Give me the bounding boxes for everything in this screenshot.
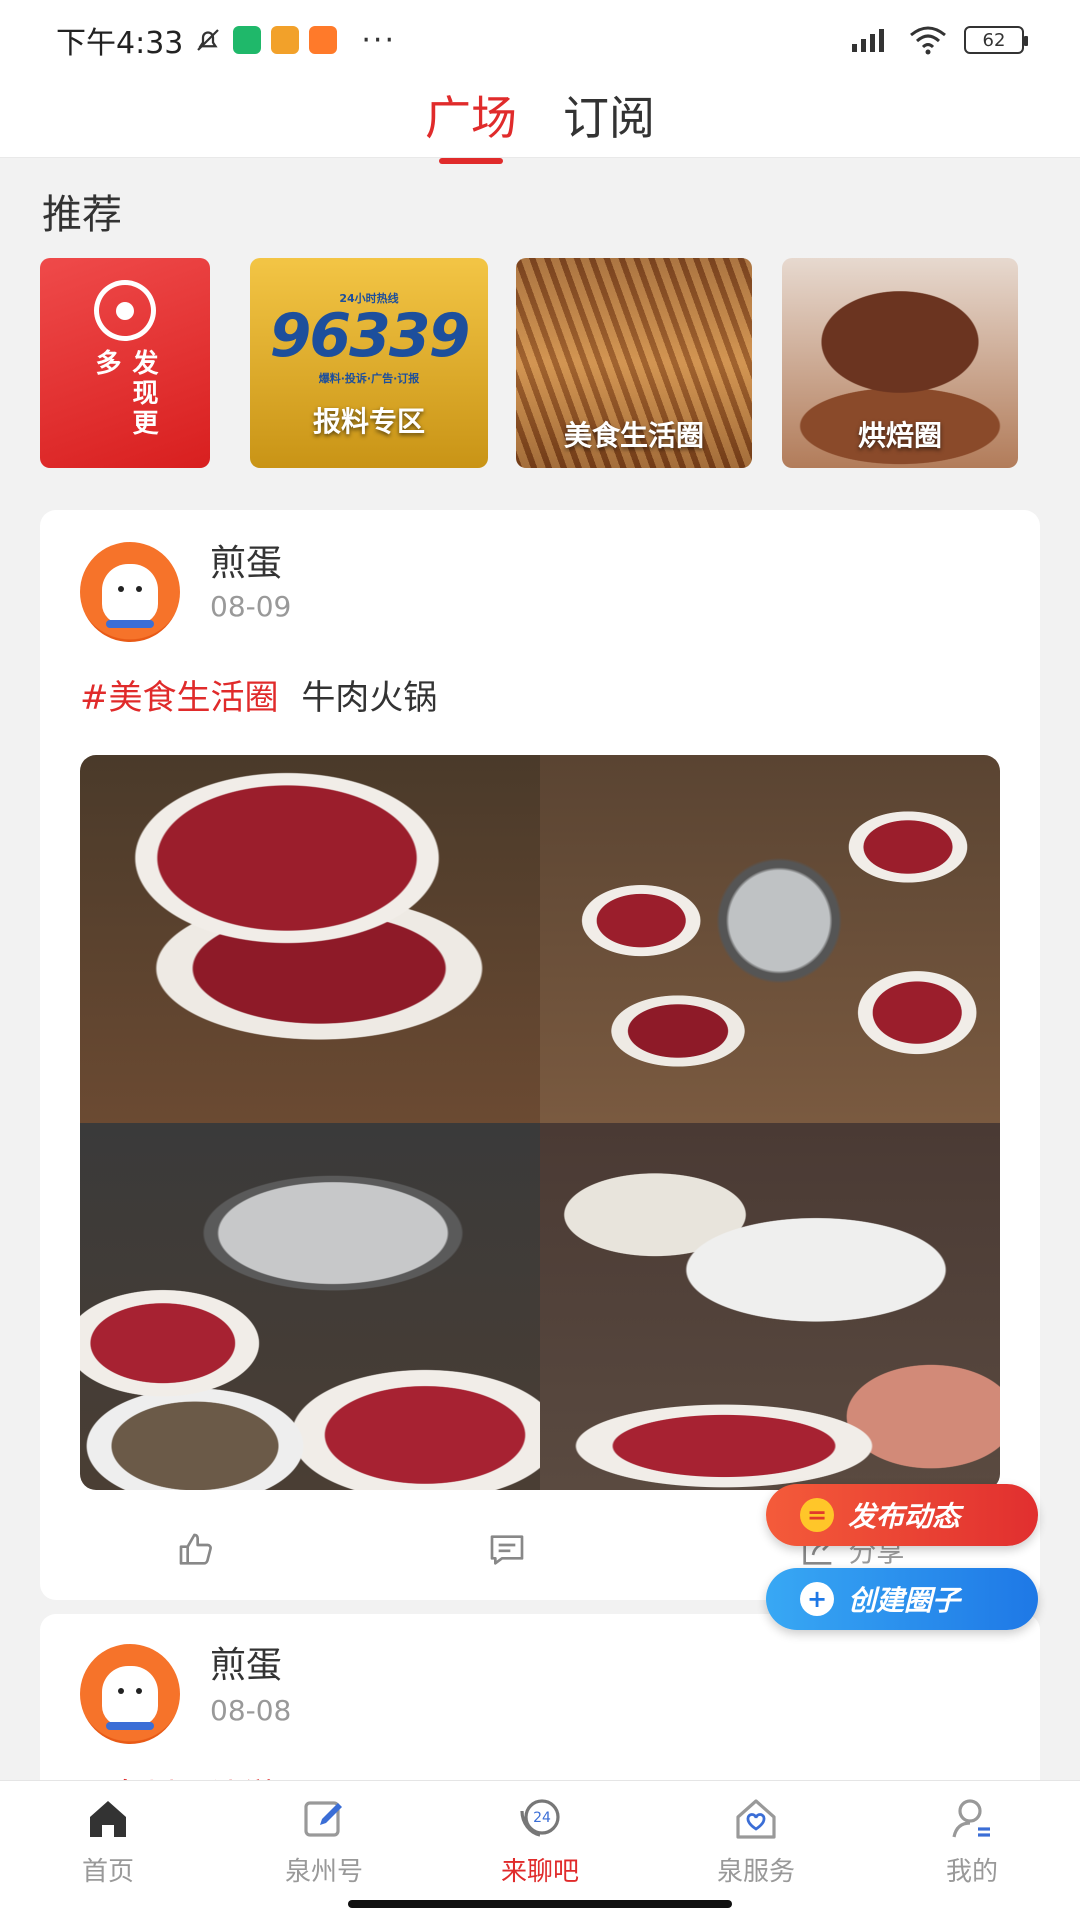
bottom-nav: 首页 泉州号 24 来聊吧 泉服务 我的: [0, 1780, 1080, 1920]
status-bar: 下午4:33 ··· 62: [0, 0, 1080, 80]
report-zone-card[interactable]: 24小时热线 96339 爆料·投诉·广告·订报 报料专区: [250, 258, 488, 468]
nav-mine[interactable]: 我的: [892, 1795, 1052, 1888]
chat-24-icon: 24: [520, 1799, 560, 1837]
post-photo[interactable]: [540, 755, 1000, 1123]
service-house-icon: [736, 1799, 776, 1839]
post-photo[interactable]: [540, 1122, 1000, 1490]
home-indicator: [348, 1900, 732, 1908]
nav-quanzhou-hao[interactable]: 泉州号: [244, 1795, 404, 1888]
avatar[interactable]: [80, 542, 180, 642]
dog-avatar-icon: [102, 1666, 158, 1726]
nav-mine-label: 我的: [945, 1857, 998, 1887]
tab-square[interactable]: 广场: [425, 82, 517, 156]
status-right: 62: [846, 25, 1028, 55]
hotline-logo: 96339: [269, 301, 471, 371]
recommend-row: 发现更多 24小时热线 96339 爆料·投诉·广告·订报 报料专区 美食生活圈…: [40, 258, 1040, 468]
like-button[interactable]: [176, 1530, 216, 1570]
post-card[interactable]: 煎蛋 08-09 #美食生活圈 牛肉火锅 分享: [40, 510, 1040, 1600]
nav-chat-label: 来聊吧: [500, 1857, 579, 1887]
post-username[interactable]: 煎蛋: [210, 534, 282, 586]
discover-more-label: 发现更多: [91, 349, 158, 440]
app-notification-icon: [233, 26, 262, 54]
post-photo[interactable]: [80, 1122, 540, 1490]
post-username[interactable]: 煎蛋: [210, 1636, 282, 1688]
tab-subscribe[interactable]: 订阅: [563, 82, 655, 156]
post-text: 牛肉火锅: [301, 678, 438, 718]
publish-post-button[interactable]: = 发布动态: [766, 1484, 1038, 1546]
post-date: 08-09: [210, 590, 292, 623]
comment-icon: [490, 1535, 524, 1565]
post-content: #美食生活圈 牛肉火锅: [80, 670, 437, 719]
nav-home[interactable]: 首页: [28, 1795, 188, 1888]
profile-icon: [952, 1799, 990, 1838]
nav-service-label: 泉服务: [716, 1857, 795, 1887]
nav-service[interactable]: 泉服务: [676, 1795, 836, 1888]
more-notifications-icon: ···: [361, 22, 396, 58]
wifi-icon: [910, 26, 946, 55]
nav-quanzhou-hao-label: 泉州号: [284, 1857, 363, 1887]
thumbs-up-icon: [179, 1533, 212, 1565]
discover-icon: [94, 280, 156, 342]
home-icon: [90, 1801, 126, 1837]
post-topic-tag[interactable]: #美食生活圈: [80, 678, 279, 718]
top-tabs: 广场 订阅: [0, 80, 1080, 158]
plus-icon: +: [800, 1582, 834, 1616]
baking-circle-label: 烘焙圈: [857, 419, 942, 452]
nav-home-label: 首页: [81, 1857, 134, 1887]
battery-indicator: 62: [964, 26, 1028, 54]
dog-avatar-icon: [102, 564, 158, 624]
photo-grid: [80, 755, 1000, 1490]
publish-label: 发布动态: [848, 1500, 961, 1533]
create-circle-button[interactable]: + 创建圈子: [766, 1568, 1038, 1630]
svg-text:24: 24: [533, 1810, 551, 1826]
food-circle-card[interactable]: 美食生活圈: [516, 258, 752, 468]
recommend-title: 推荐: [42, 192, 122, 238]
hotline-caption: 爆料·投诉·广告·订报: [318, 372, 420, 385]
baking-circle-card[interactable]: 烘焙圈: [782, 258, 1018, 468]
muted-bell-icon: [197, 29, 220, 51]
avatar[interactable]: [80, 1644, 180, 1744]
report-zone-label: 报料专区: [312, 405, 425, 438]
food-circle-label: 美食生活圈: [563, 419, 704, 452]
status-time: 下午4:33: [56, 26, 184, 61]
create-label: 创建圈子: [848, 1584, 961, 1617]
nav-chat[interactable]: 24 来聊吧: [460, 1795, 620, 1888]
comment-button[interactable]: [487, 1530, 527, 1570]
equals-icon: =: [800, 1498, 834, 1532]
status-left: 下午4:33 ···: [56, 18, 396, 62]
edit-icon: [304, 1801, 342, 1837]
signal-icon: [852, 29, 884, 52]
post-photo[interactable]: [80, 755, 540, 1123]
post-date: 08-08: [210, 1694, 292, 1727]
shop-notification-icon: [309, 26, 338, 54]
discover-more-card[interactable]: 发现更多: [40, 258, 210, 468]
battery-level: 62: [982, 29, 1006, 51]
weibo-notification-icon: [271, 26, 300, 54]
